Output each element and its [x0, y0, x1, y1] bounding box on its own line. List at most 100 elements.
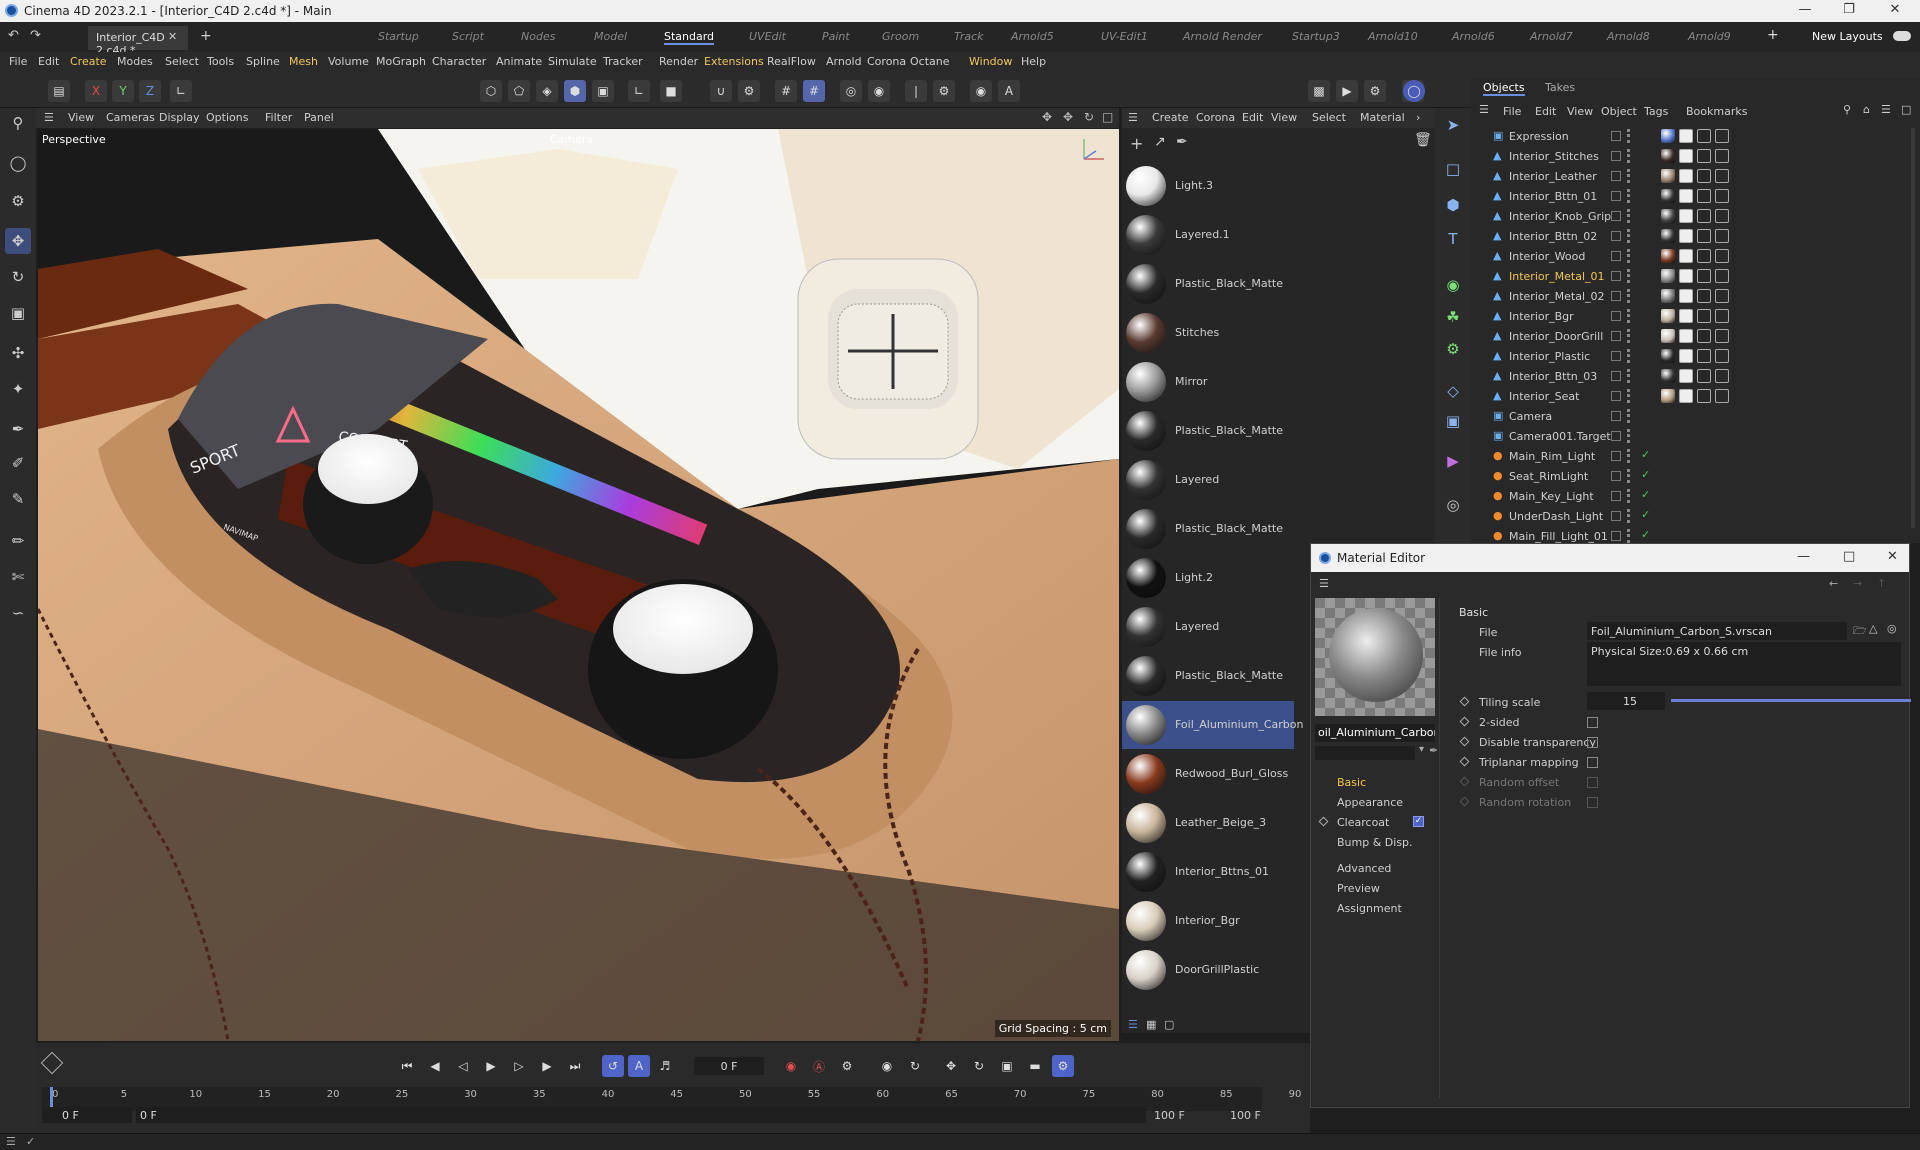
material-item[interactable]: Interior_Bttns_01 [1122, 848, 1294, 896]
clearcoat-keyframe-icon[interactable] [1318, 816, 1329, 827]
new-layouts-label[interactable]: New Layouts [1812, 30, 1883, 43]
uv-tag-icon[interactable] [1715, 149, 1729, 163]
render-visibility-dots[interactable] [1627, 169, 1631, 183]
render-visibility-dots[interactable] [1627, 329, 1631, 343]
menu-item[interactable]: Select [165, 55, 199, 68]
render-settings-icon[interactable]: ⚙ [1364, 80, 1386, 102]
object-name[interactable]: Interior_Stitches [1509, 150, 1599, 163]
tab-objects[interactable]: Objects [1483, 81, 1525, 96]
extrude-icon[interactable]: ✦ [5, 376, 31, 402]
material-tag-icon[interactable] [1661, 209, 1675, 223]
render-visibility-dots[interactable] [1627, 249, 1631, 263]
material-item[interactable]: Light.3 [1122, 162, 1294, 210]
object-visibility-toggle[interactable] [1611, 231, 1621, 241]
3d-viewport[interactable]: SPORT COMFORT NAVIMAP Perspective Camera… [38, 129, 1119, 1041]
object-visibility-toggle[interactable] [1611, 151, 1621, 161]
layout-tab[interactable]: Track [954, 30, 984, 43]
large-view-icon[interactable]: ▢ [1164, 1018, 1174, 1031]
object-name[interactable]: Interior_Seat [1509, 390, 1579, 403]
texture-tag-icon[interactable] [1697, 229, 1711, 243]
phong-tag-icon[interactable] [1679, 269, 1693, 283]
render-visibility-dots[interactable] [1627, 149, 1631, 163]
object-visibility-toggle[interactable] [1611, 311, 1621, 321]
channel-item[interactable]: Bump & Disp. [1337, 836, 1413, 849]
phong-tag-icon[interactable] [1679, 349, 1693, 363]
layout-tab[interactable]: Arnold10 [1368, 30, 1418, 43]
material-item[interactable]: Layered [1122, 603, 1294, 651]
render-queue-icon[interactable]: ◯ [1403, 80, 1425, 102]
scene-settings-icon[interactable]: ⚙ [5, 188, 31, 214]
edges-mode-icon[interactable]: ⬠ [508, 80, 530, 102]
viewport-menu-icon[interactable]: ☰ [44, 111, 54, 124]
object-visibility-toggle[interactable] [1611, 411, 1621, 421]
object-row[interactable]: ▲ Interior_Bgr [1471, 306, 1920, 326]
status-menu-icon[interactable]: ☰ [6, 1135, 16, 1148]
viewport-move-icon[interactable]: ✥ [1063, 110, 1073, 124]
mat-menu-material[interactable]: Material [1360, 111, 1405, 124]
key-pla-icon[interactable]: ⚙ [1052, 1055, 1074, 1077]
current-frame-field[interactable]: 0 F [694, 1057, 764, 1075]
menu-item[interactable]: Tools [207, 55, 234, 68]
menu-item[interactable]: Octane [910, 55, 950, 68]
object-name[interactable]: Interior_DoorGrill [1509, 330, 1603, 343]
option-checkbox[interactable] [1587, 777, 1598, 788]
tiling-keyframe-icon[interactable] [1459, 696, 1470, 707]
render-visibility-dots[interactable] [1627, 409, 1631, 423]
object-visibility-toggle[interactable] [1611, 491, 1621, 501]
scale-icon[interactable]: ▣ [5, 300, 31, 326]
layout-tab[interactable]: UVEdit [749, 30, 786, 43]
clearcoat-checkbox[interactable]: ✓ [1413, 816, 1424, 827]
keyframe-settings-icon[interactable]: ⚙ [836, 1055, 858, 1077]
obj-menu-edit[interactable]: Edit [1535, 105, 1556, 118]
enabled-check-icon[interactable]: ✓ [1641, 508, 1650, 521]
phong-tag-icon[interactable] [1679, 289, 1693, 303]
object-row[interactable]: ▲ Interior_Bttn_02 [1471, 226, 1920, 246]
add-material-icon[interactable]: + [1130, 134, 1143, 153]
uv-tag-icon[interactable] [1715, 209, 1729, 223]
material-item[interactable]: Plastic_Black_Matte [1122, 260, 1294, 308]
uv-tag-icon[interactable] [1715, 229, 1729, 243]
option-keyframe-icon[interactable] [1459, 716, 1470, 727]
render-visibility-dots[interactable] [1627, 189, 1631, 203]
move-icon[interactable]: ✥ [5, 228, 31, 254]
object-row[interactable]: ▲ Interior_Bttn_03 [1471, 366, 1920, 386]
viewport-rotate-icon[interactable]: ↻ [1084, 110, 1094, 124]
key-param-icon[interactable]: ▬ [1024, 1055, 1046, 1077]
material-item[interactable]: DoorGrillPlastic [1122, 946, 1294, 994]
next-key-icon[interactable]: ▶ [536, 1055, 558, 1077]
enabled-check-icon[interactable]: ✓ [1641, 488, 1650, 501]
object-name[interactable]: Interior_Plastic [1509, 350, 1590, 363]
material-tag-icon[interactable] [1661, 249, 1675, 263]
obj-menu-view[interactable]: View [1567, 105, 1593, 118]
text-spline-icon[interactable]: T [1440, 226, 1466, 252]
option-checkbox[interactable] [1587, 797, 1598, 808]
solo-icon[interactable]: ■ [660, 80, 682, 102]
render-settings-circle-icon[interactable]: ◉ [868, 80, 890, 102]
material-filter-field[interactable] [1315, 746, 1415, 760]
tool-settings-icon[interactable]: ⚙ [933, 80, 955, 102]
viewport-menu-cameras[interactable]: Cameras [106, 111, 155, 124]
material-item[interactable]: Layered [1122, 456, 1294, 504]
object-row[interactable]: ▲ Interior_Bttn_01 [1471, 186, 1920, 206]
phong-tag-icon[interactable] [1679, 329, 1693, 343]
render-visibility-dots[interactable] [1627, 429, 1631, 443]
arrow-tool-icon[interactable]: ↗ [1154, 134, 1166, 150]
auto-key-icon[interactable]: Ⓐ [808, 1055, 830, 1077]
menu-item[interactable]: Arnold [826, 55, 862, 68]
key-rotate-icon[interactable]: ↻ [968, 1055, 990, 1077]
object-row[interactable]: ▲ Interior_Plastic [1471, 346, 1920, 366]
phong-tag-icon[interactable] [1679, 309, 1693, 323]
phong-tag-icon[interactable] [1679, 229, 1693, 243]
object-name[interactable]: Interior_Metal_01 [1509, 270, 1605, 283]
cube-icon[interactable]: ⬢ [1440, 192, 1466, 218]
option-keyframe-icon[interactable] [1459, 776, 1470, 787]
field-icon[interactable]: ◇ [1440, 378, 1466, 404]
mat-menu-corona[interactable]: Corona [1196, 111, 1235, 124]
texture-tag-icon[interactable] [1697, 269, 1711, 283]
preview-start-field[interactable]: 0 F [136, 1107, 1146, 1123]
grid-view-icon[interactable]: ▦ [1146, 1018, 1156, 1031]
menu-item[interactable]: Simulate [548, 55, 597, 68]
globe-icon[interactable]: ◎ [1887, 622, 1897, 635]
object-visibility-toggle[interactable] [1611, 451, 1621, 461]
object-name[interactable]: Interior_Bgr [1509, 310, 1574, 323]
